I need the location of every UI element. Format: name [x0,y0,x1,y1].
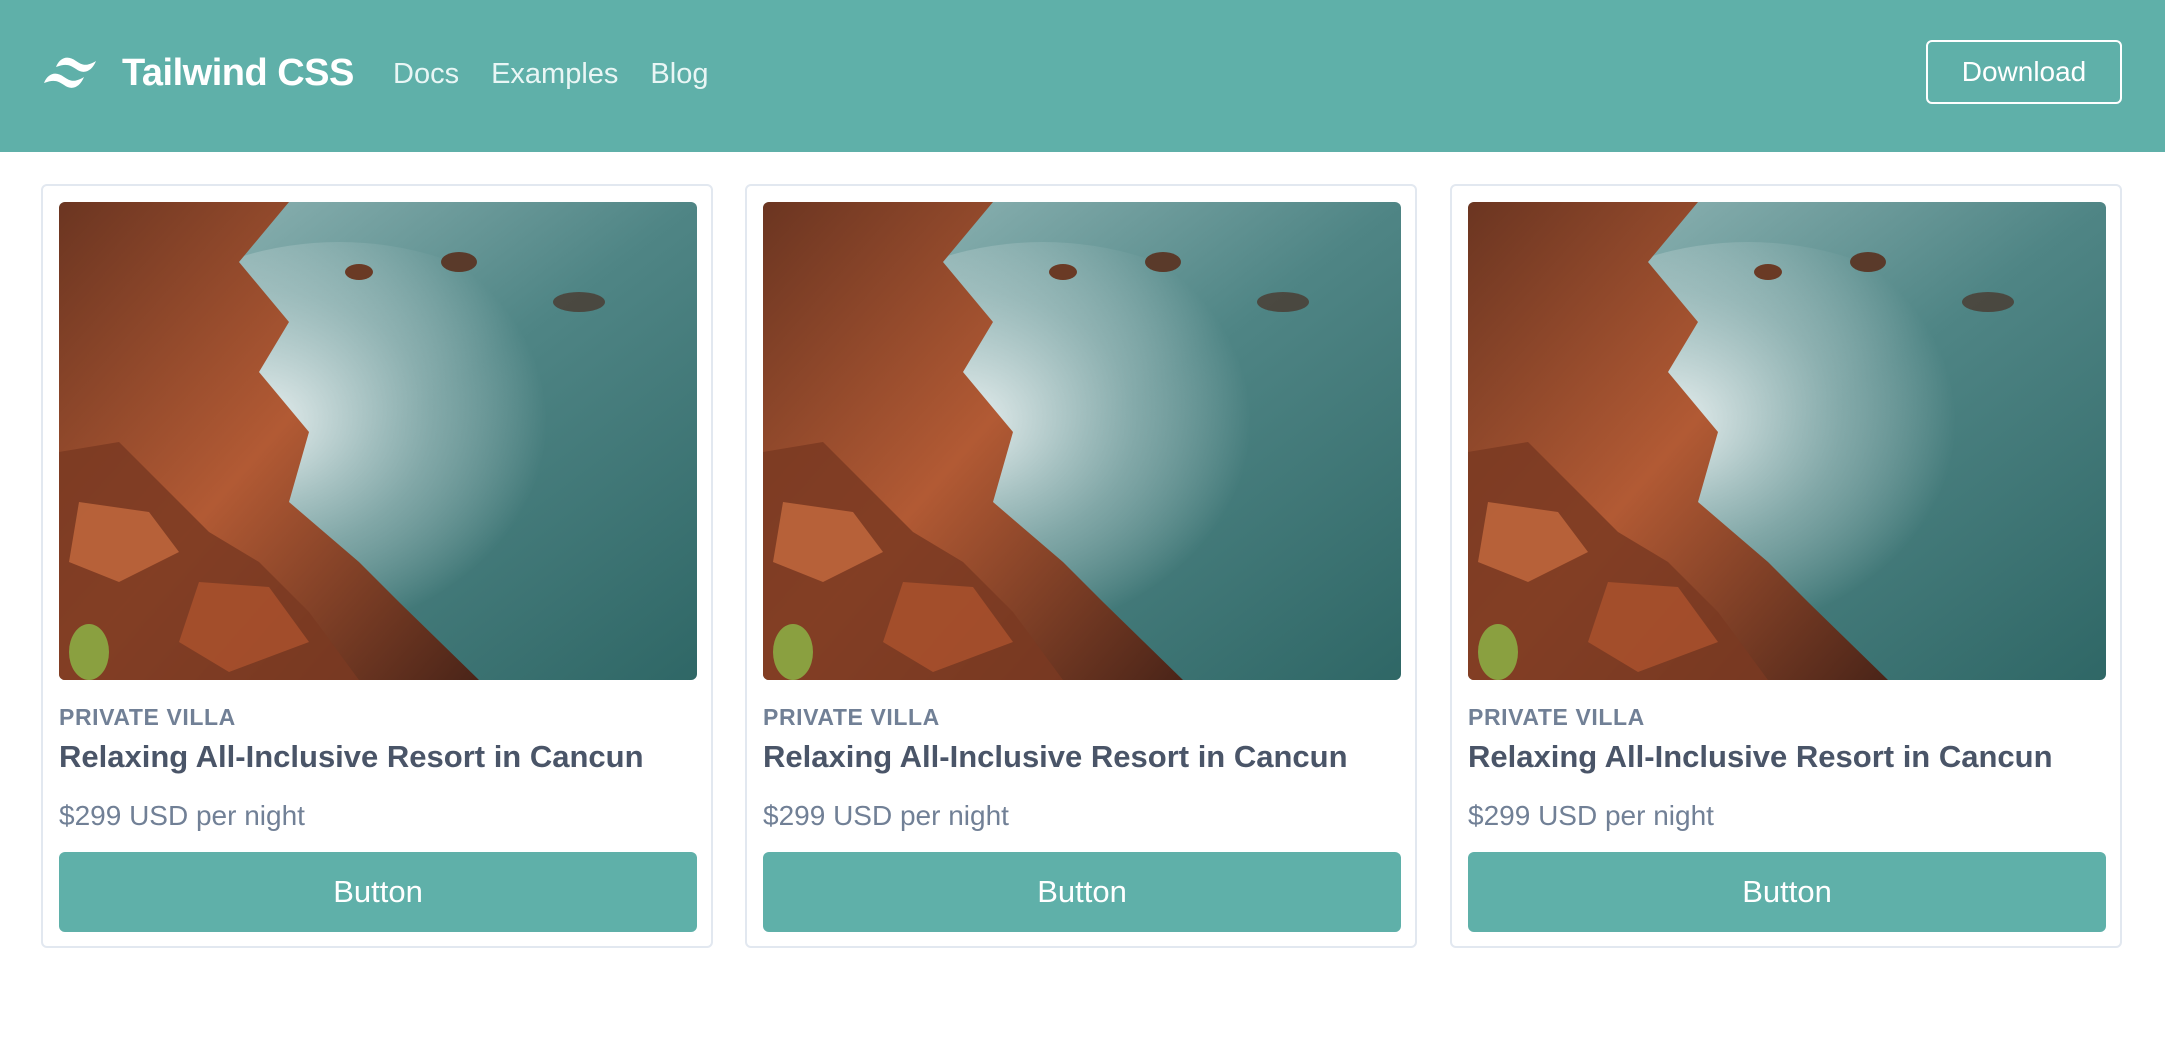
listing-card: PRIVATE VILLA Relaxing All-Inclusive Res… [1450,184,2122,948]
nav-link-examples[interactable]: Examples [491,55,618,93]
card-title: Relaxing All-Inclusive Resort in Cancun [59,739,644,774]
listing-card: PRIVATE VILLA Relaxing All-Inclusive Res… [745,184,1417,948]
card-button[interactable]: Button [59,852,697,932]
brand-name: Tailwind CSS [122,52,354,94]
card-button[interactable]: Button [763,852,1401,932]
top-navbar: Tailwind CSS Docs Examples Blog Download [0,0,2165,152]
card-price: $299 USD per night [763,800,1009,831]
nav-link-blog[interactable]: Blog [650,55,708,93]
nav-links: Docs Examples Blog [393,55,708,93]
card-price: $299 USD per night [1468,800,1714,831]
brand[interactable]: Tailwind CSS [40,48,354,98]
coastal-rocks-image [1468,202,2106,680]
card-title: Relaxing All-Inclusive Resort in Cancun [763,739,1348,774]
card-button[interactable]: Button [1468,852,2106,932]
listing-card: PRIVATE VILLA Relaxing All-Inclusive Res… [41,184,713,948]
card-price: $299 USD per night [59,800,305,831]
coastal-rocks-image [763,202,1401,680]
card-title: Relaxing All-Inclusive Resort in Cancun [1468,739,2053,774]
card-eyebrow: PRIVATE VILLA [763,704,940,730]
tailwind-wave-icon [44,57,96,88]
download-button[interactable]: Download [1926,40,2122,104]
card-eyebrow: PRIVATE VILLA [1468,704,1645,730]
nav-link-docs[interactable]: Docs [393,55,459,93]
coastal-rocks-image [59,202,697,680]
card-eyebrow: PRIVATE VILLA [59,704,236,730]
